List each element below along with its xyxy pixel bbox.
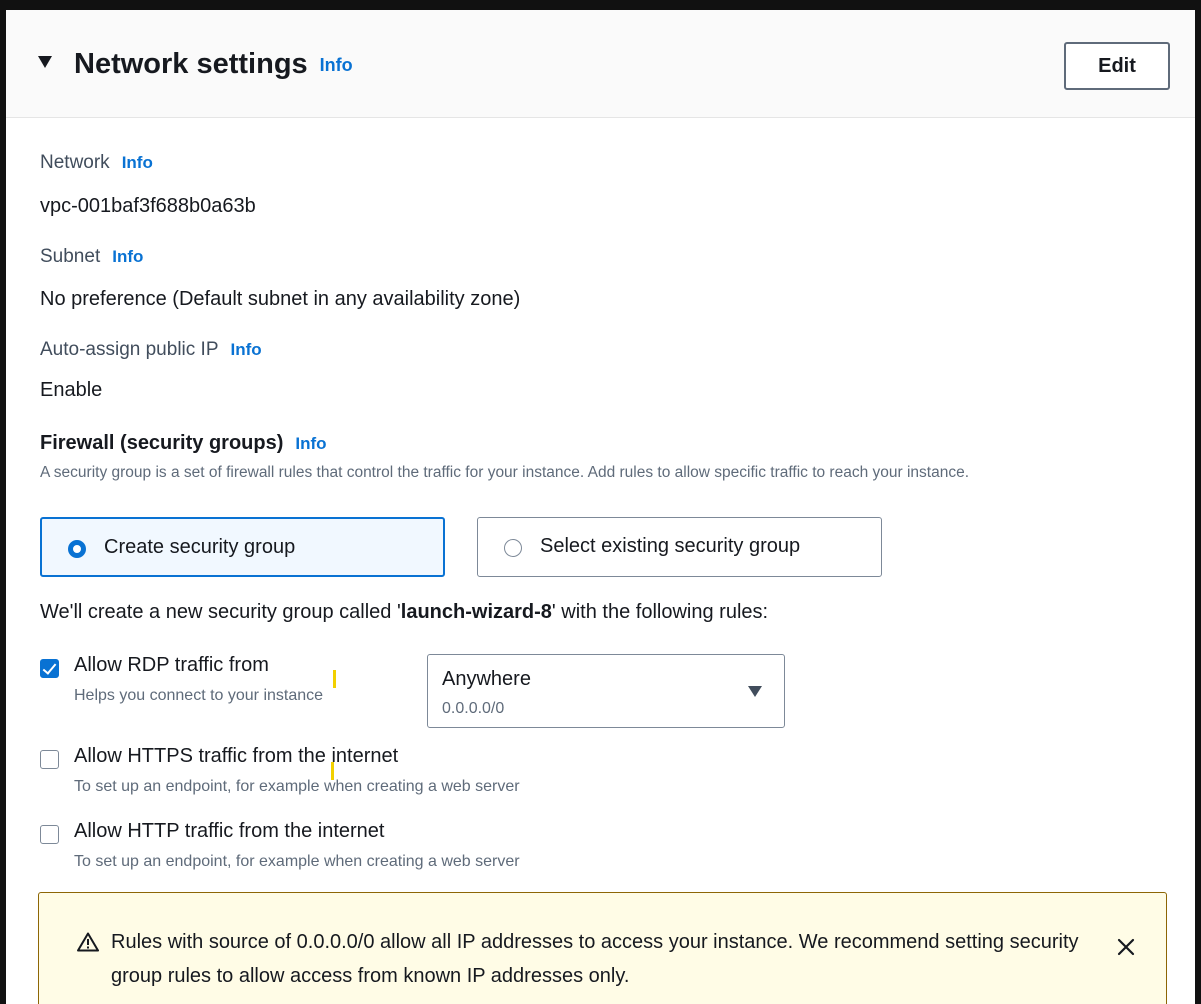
network-label: Network Info xyxy=(40,152,153,174)
firewall-title: Firewall (security groups) Info xyxy=(40,432,327,455)
info-link-subnet[interactable]: Info xyxy=(112,247,143,266)
rule-rdp-description: Helps you connect to your instance xyxy=(74,687,324,704)
rdp-source-cidr: 0.0.0.0/0 xyxy=(442,700,505,717)
warning-alert: Rules with source of 0.0.0.0/0 allow all… xyxy=(38,892,1167,1004)
checkbox-allow-http[interactable] xyxy=(40,825,59,844)
note-prefix: We'll create a new security group called… xyxy=(40,601,401,623)
warning-icon xyxy=(77,932,99,952)
radio-create-security-group[interactable] xyxy=(68,540,86,558)
edit-button[interactable]: Edit xyxy=(1064,42,1170,90)
network-settings-panel: Network settings Info Edit Network Info vp… xyxy=(0,0,1201,1004)
caret-down-icon[interactable] xyxy=(38,56,52,68)
panel-title-text: Network settings xyxy=(74,48,308,80)
create-security-group-tile[interactable]: Create security group xyxy=(40,517,445,577)
subnet-value: No preference (Default subnet in any ava… xyxy=(40,288,521,310)
rule-https-description: To set up an endpoint, for example when … xyxy=(74,778,520,795)
rule-https-label: Allow HTTPS traffic from the internet xyxy=(74,745,399,767)
auto-ip-label-text: Auto-assign public IP xyxy=(40,339,219,360)
rule-rdp-label: Allow RDP traffic from xyxy=(74,654,269,676)
auto-ip-label: Auto-assign public IP Info xyxy=(40,339,262,361)
auto-ip-value: Enable xyxy=(40,379,103,401)
dropdown-caret-icon xyxy=(748,686,762,697)
select-existing-security-group-label: Select existing security group xyxy=(540,535,801,557)
security-group-note: We'll create a new security group called… xyxy=(40,601,768,624)
warning-text: Rules with source of 0.0.0.0/0 allow all… xyxy=(111,931,1079,987)
radio-select-existing-security-group[interactable] xyxy=(504,539,522,557)
highlight-mark xyxy=(333,670,336,688)
rdp-source-select[interactable]: Anywhere 0.0.0.0/0 xyxy=(427,654,785,728)
panel-title: Network settings Info xyxy=(74,48,353,81)
rule-http-description: To set up an endpoint, for example when … xyxy=(74,853,520,870)
note-suffix: ' with the following rules: xyxy=(551,601,769,623)
info-link-auto-ip[interactable]: Info xyxy=(231,340,262,359)
network-label-text: Network xyxy=(40,152,110,173)
select-existing-security-group-tile[interactable]: Select existing security group xyxy=(477,517,882,577)
create-security-group-label: Create security group xyxy=(104,536,296,558)
info-link-network-settings[interactable]: Info xyxy=(320,55,353,75)
rdp-source-value: Anywhere xyxy=(442,668,531,690)
rule-http-label: Allow HTTP traffic from the internet xyxy=(74,820,385,842)
info-link-firewall[interactable]: Info xyxy=(295,434,326,453)
network-value: vpc-001baf3f688b0a63b xyxy=(40,195,256,217)
info-link-network[interactable]: Info xyxy=(122,153,153,172)
panel-header: Network settings Info Edit xyxy=(6,10,1195,118)
subnet-label-text: Subnet xyxy=(40,246,101,267)
security-group-name: launch-wizard-8 xyxy=(400,601,552,623)
firewall-description: A security group is a set of firewall ru… xyxy=(40,464,970,481)
firewall-title-text: Firewall (security groups) xyxy=(40,432,284,454)
close-icon[interactable] xyxy=(1116,937,1136,957)
subnet-label: Subnet Info xyxy=(40,246,143,268)
checkbox-allow-rdp[interactable] xyxy=(40,659,59,678)
highlight-mark xyxy=(331,762,334,780)
checkbox-allow-https[interactable] xyxy=(40,750,59,769)
